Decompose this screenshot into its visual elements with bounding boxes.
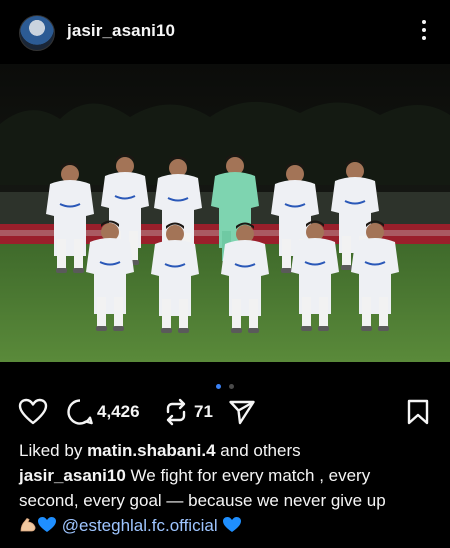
blue-heart-icon bbox=[38, 517, 56, 532]
caption-line-3: @esteghlal.fc.official bbox=[19, 513, 434, 538]
post-image[interactable] bbox=[0, 64, 450, 362]
flexed-biceps-icon bbox=[20, 517, 36, 532]
repost-button[interactable]: 71 bbox=[163, 398, 213, 426]
post-header: jasir_asani10 bbox=[0, 0, 450, 64]
repost-count: 71 bbox=[194, 402, 213, 421]
caption-line-2: second, every goal — because we never gi… bbox=[19, 491, 386, 510]
account-mention[interactable]: @esteghlal.fc.official bbox=[62, 516, 218, 535]
avatar[interactable] bbox=[19, 15, 55, 51]
repost-icon bbox=[166, 398, 186, 426]
comment-count: 4,426 bbox=[97, 402, 140, 421]
share-button[interactable] bbox=[228, 398, 256, 426]
bookmark-icon bbox=[407, 399, 429, 425]
more-vertical-icon[interactable] bbox=[420, 20, 428, 42]
caption-line-1: jasir_asani10 We fight for every match ,… bbox=[19, 463, 434, 488]
send-icon bbox=[229, 400, 255, 425]
save-button[interactable] bbox=[406, 398, 430, 426]
carousel-dot-active bbox=[216, 384, 222, 389]
post-username[interactable]: jasir_asani10 bbox=[67, 21, 175, 41]
post-details: Liked by matin.shabani.4 and others jasi… bbox=[19, 438, 434, 538]
carousel-dot bbox=[228, 384, 234, 389]
caption-author[interactable]: jasir_asani10 bbox=[19, 466, 126, 485]
heart-icon bbox=[18, 398, 48, 425]
comment-icon bbox=[67, 399, 93, 425]
action-bar: 4,426 71 bbox=[0, 392, 450, 432]
blue-heart-icon bbox=[223, 517, 242, 532]
like-button[interactable] bbox=[18, 398, 48, 426]
liked-by-user[interactable]: matin.shabani.4 bbox=[87, 441, 215, 460]
caption-text: We fight for every match , every bbox=[130, 466, 371, 485]
comment-button[interactable]: 4,426 bbox=[66, 398, 140, 426]
likes-summary[interactable]: Liked by matin.shabani.4 and others bbox=[19, 438, 434, 463]
